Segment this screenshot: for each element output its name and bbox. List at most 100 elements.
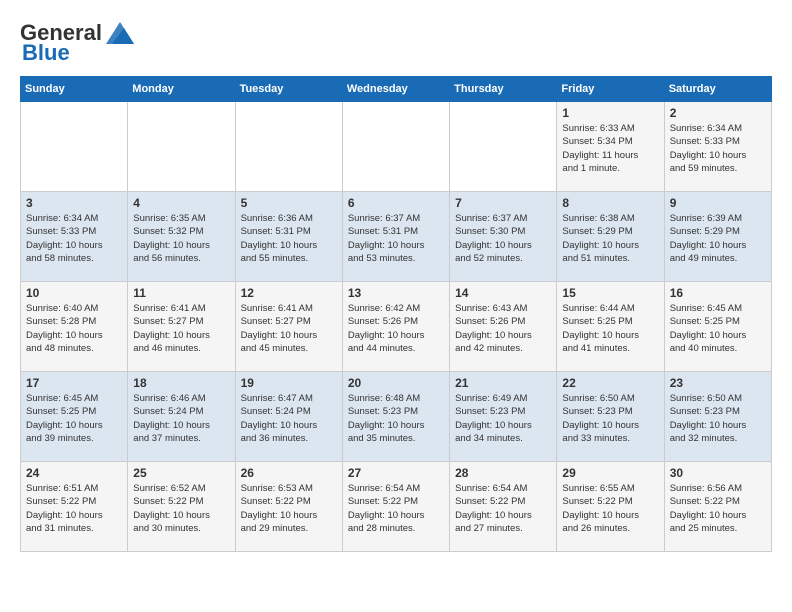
- day-number: 19: [241, 376, 337, 390]
- cell-info: Sunrise: 6:33 AM Sunset: 5:34 PM Dayligh…: [562, 122, 658, 175]
- calendar-week-row: 24 Sunrise: 6:51 AM Sunset: 5:22 PM Dayli…: [21, 462, 772, 552]
- calendar-header-row: SundayMondayTuesdayWednesdayThursdayFrid…: [21, 77, 772, 102]
- calendar-cell: 23 Sunrise: 6:50 AM Sunset: 5:23 PM Dayli…: [664, 372, 771, 462]
- day-number: 2: [670, 106, 766, 120]
- day-number: 5: [241, 196, 337, 210]
- day-number: 7: [455, 196, 551, 210]
- day-header-wednesday: Wednesday: [342, 77, 449, 102]
- calendar-cell: 28 Sunrise: 6:54 AM Sunset: 5:22 PM Dayli…: [450, 462, 557, 552]
- calendar-cell: [128, 102, 235, 192]
- day-number: 29: [562, 466, 658, 480]
- day-number: 10: [26, 286, 122, 300]
- day-number: 1: [562, 106, 658, 120]
- cell-info: Sunrise: 6:38 AM Sunset: 5:29 PM Dayligh…: [562, 212, 658, 265]
- cell-info: Sunrise: 6:55 AM Sunset: 5:22 PM Dayligh…: [562, 482, 658, 535]
- day-number: 6: [348, 196, 444, 210]
- calendar-cell: 1 Sunrise: 6:33 AM Sunset: 5:34 PM Daylig…: [557, 102, 664, 192]
- calendar-cell: 14 Sunrise: 6:43 AM Sunset: 5:26 PM Dayli…: [450, 282, 557, 372]
- day-number: 13: [348, 286, 444, 300]
- calendar-cell: 24 Sunrise: 6:51 AM Sunset: 5:22 PM Dayli…: [21, 462, 128, 552]
- cell-info: Sunrise: 6:36 AM Sunset: 5:31 PM Dayligh…: [241, 212, 337, 265]
- calendar-cell: 16 Sunrise: 6:45 AM Sunset: 5:25 PM Dayli…: [664, 282, 771, 372]
- calendar-cell: 25 Sunrise: 6:52 AM Sunset: 5:22 PM Dayli…: [128, 462, 235, 552]
- day-number: 27: [348, 466, 444, 480]
- cell-info: Sunrise: 6:39 AM Sunset: 5:29 PM Dayligh…: [670, 212, 766, 265]
- calendar-cell: 12 Sunrise: 6:41 AM Sunset: 5:27 PM Dayli…: [235, 282, 342, 372]
- calendar-cell: 4Sunrise: 6:35 AM Sunset: 5:32 PM Daylig…: [128, 192, 235, 282]
- day-header-friday: Friday: [557, 77, 664, 102]
- cell-info: Sunrise: 6:51 AM Sunset: 5:22 PM Dayligh…: [26, 482, 122, 535]
- cell-info: Sunrise: 6:40 AM Sunset: 5:28 PM Dayligh…: [26, 302, 122, 355]
- calendar-cell: 20 Sunrise: 6:48 AM Sunset: 5:23 PM Dayli…: [342, 372, 449, 462]
- cell-info: Sunrise: 6:53 AM Sunset: 5:22 PM Dayligh…: [241, 482, 337, 535]
- calendar-cell: 7Sunrise: 6:37 AM Sunset: 5:30 PM Daylig…: [450, 192, 557, 282]
- cell-info: Sunrise: 6:54 AM Sunset: 5:22 PM Dayligh…: [348, 482, 444, 535]
- day-number: 28: [455, 466, 551, 480]
- calendar-week-row: 10 Sunrise: 6:40 AM Sunset: 5:28 PM Dayli…: [21, 282, 772, 372]
- calendar-cell: 10 Sunrise: 6:40 AM Sunset: 5:28 PM Dayli…: [21, 282, 128, 372]
- logo-text-blue: Blue: [20, 40, 70, 66]
- day-number: 26: [241, 466, 337, 480]
- day-number: 12: [241, 286, 337, 300]
- calendar-cell: 9 Sunrise: 6:39 AM Sunset: 5:29 PM Daylig…: [664, 192, 771, 282]
- cell-info: Sunrise: 6:45 AM Sunset: 5:25 PM Dayligh…: [26, 392, 122, 445]
- cell-info: Sunrise: 6:50 AM Sunset: 5:23 PM Dayligh…: [670, 392, 766, 445]
- cell-info: Sunrise: 6:41 AM Sunset: 5:27 PM Dayligh…: [133, 302, 229, 355]
- calendar-week-row: 1 Sunrise: 6:33 AM Sunset: 5:34 PM Daylig…: [21, 102, 772, 192]
- calendar-cell: 6Sunrise: 6:37 AM Sunset: 5:31 PM Daylig…: [342, 192, 449, 282]
- cell-info: Sunrise: 6:50 AM Sunset: 5:23 PM Dayligh…: [562, 392, 658, 445]
- day-header-thursday: Thursday: [450, 77, 557, 102]
- day-header-saturday: Saturday: [664, 77, 771, 102]
- cell-info: Sunrise: 6:45 AM Sunset: 5:25 PM Dayligh…: [670, 302, 766, 355]
- day-number: 9: [670, 196, 766, 210]
- cell-info: Sunrise: 6:46 AM Sunset: 5:24 PM Dayligh…: [133, 392, 229, 445]
- calendar-cell: 30Sunrise: 6:56 AM Sunset: 5:22 PM Dayli…: [664, 462, 771, 552]
- calendar-cell: 15 Sunrise: 6:44 AM Sunset: 5:25 PM Dayli…: [557, 282, 664, 372]
- day-number: 21: [455, 376, 551, 390]
- calendar-cell: [342, 102, 449, 192]
- calendar-week-row: 3 Sunrise: 6:34 AM Sunset: 5:33 PM Daylig…: [21, 192, 772, 282]
- cell-info: Sunrise: 6:43 AM Sunset: 5:26 PM Dayligh…: [455, 302, 551, 355]
- cell-info: Sunrise: 6:44 AM Sunset: 5:25 PM Dayligh…: [562, 302, 658, 355]
- logo: General Blue: [20, 20, 134, 66]
- calendar-cell: 19 Sunrise: 6:47 AM Sunset: 5:24 PM Dayli…: [235, 372, 342, 462]
- day-header-tuesday: Tuesday: [235, 77, 342, 102]
- calendar-cell: 17 Sunrise: 6:45 AM Sunset: 5:25 PM Dayli…: [21, 372, 128, 462]
- cell-info: Sunrise: 6:56 AM Sunset: 5:22 PM Dayligh…: [670, 482, 766, 535]
- calendar-cell: 18 Sunrise: 6:46 AM Sunset: 5:24 PM Dayli…: [128, 372, 235, 462]
- day-number: 15: [562, 286, 658, 300]
- calendar-cell: 21Sunrise: 6:49 AM Sunset: 5:23 PM Dayli…: [450, 372, 557, 462]
- day-number: 17: [26, 376, 122, 390]
- day-number: 14: [455, 286, 551, 300]
- calendar-cell: 27 Sunrise: 6:54 AM Sunset: 5:22 PM Dayli…: [342, 462, 449, 552]
- page-header: General Blue: [20, 20, 772, 66]
- day-number: 24: [26, 466, 122, 480]
- calendar-week-row: 17 Sunrise: 6:45 AM Sunset: 5:25 PM Dayli…: [21, 372, 772, 462]
- calendar-cell: 22Sunrise: 6:50 AM Sunset: 5:23 PM Dayli…: [557, 372, 664, 462]
- cell-info: Sunrise: 6:52 AM Sunset: 5:22 PM Dayligh…: [133, 482, 229, 535]
- cell-info: Sunrise: 6:35 AM Sunset: 5:32 PM Dayligh…: [133, 212, 229, 265]
- cell-info: Sunrise: 6:41 AM Sunset: 5:27 PM Dayligh…: [241, 302, 337, 355]
- calendar-cell: 11Sunrise: 6:41 AM Sunset: 5:27 PM Dayli…: [128, 282, 235, 372]
- calendar-cell: 13 Sunrise: 6:42 AM Sunset: 5:26 PM Dayli…: [342, 282, 449, 372]
- cell-info: Sunrise: 6:54 AM Sunset: 5:22 PM Dayligh…: [455, 482, 551, 535]
- logo-icon: [106, 22, 134, 44]
- cell-info: Sunrise: 6:42 AM Sunset: 5:26 PM Dayligh…: [348, 302, 444, 355]
- cell-info: Sunrise: 6:34 AM Sunset: 5:33 PM Dayligh…: [26, 212, 122, 265]
- cell-info: Sunrise: 6:47 AM Sunset: 5:24 PM Dayligh…: [241, 392, 337, 445]
- cell-info: Sunrise: 6:48 AM Sunset: 5:23 PM Dayligh…: [348, 392, 444, 445]
- day-number: 23: [670, 376, 766, 390]
- day-number: 16: [670, 286, 766, 300]
- calendar-cell: 5 Sunrise: 6:36 AM Sunset: 5:31 PM Daylig…: [235, 192, 342, 282]
- day-number: 20: [348, 376, 444, 390]
- day-header-monday: Monday: [128, 77, 235, 102]
- calendar-cell: 3 Sunrise: 6:34 AM Sunset: 5:33 PM Daylig…: [21, 192, 128, 282]
- calendar-cell: [235, 102, 342, 192]
- cell-info: Sunrise: 6:34 AM Sunset: 5:33 PM Dayligh…: [670, 122, 766, 175]
- calendar-cell: 2 Sunrise: 6:34 AM Sunset: 5:33 PM Daylig…: [664, 102, 771, 192]
- day-number: 3: [26, 196, 122, 210]
- calendar-cell: 26 Sunrise: 6:53 AM Sunset: 5:22 PM Dayli…: [235, 462, 342, 552]
- calendar-cell: 29 Sunrise: 6:55 AM Sunset: 5:22 PM Dayli…: [557, 462, 664, 552]
- day-number: 25: [133, 466, 229, 480]
- day-number: 18: [133, 376, 229, 390]
